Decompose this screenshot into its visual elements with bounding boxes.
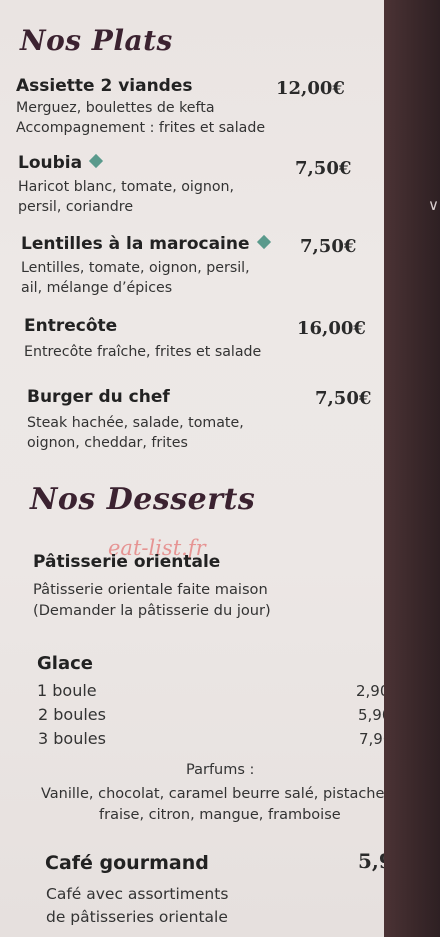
dish-name: Glace (37, 653, 93, 674)
dish-desc: Café avec assortiments (46, 885, 229, 903)
partial-glyph-icon: ∨ (428, 196, 439, 214)
dish-name: Assiette 2 viandes (16, 76, 193, 96)
glace-row-label: 2 boules (38, 705, 106, 724)
glace-row-price: 7,90€ (359, 730, 384, 748)
dish-name-text: Lentilles à la marocaine (21, 234, 250, 254)
dish-name: Burger du chef (27, 387, 170, 407)
parfums-list: fraise, citron, mangue, framboise (99, 807, 341, 823)
dish-desc: Accompagnement : frites et salade (16, 120, 266, 136)
dish-name: Lentilles à la marocaine (21, 234, 271, 254)
glace-row-label: 1 boule (37, 681, 97, 700)
dish-desc: (Demander la pâtisserie du jour) (33, 602, 271, 619)
dish-desc: Lentilles, tomate, oignon, persil, (21, 260, 250, 276)
section-title-desserts: Nos Desserts (30, 482, 256, 517)
dish-name: Pâtisserie orientale (33, 552, 221, 572)
dish-name-text: Loubia (18, 153, 83, 173)
dish-desc: ail, mélange d’épices (21, 280, 173, 296)
diamond-icon (256, 234, 271, 250)
dish-desc: Pâtisserie orientale faite maison (33, 581, 268, 598)
dish-desc: de pâtisseries orientale (46, 908, 228, 926)
dish-desc: persil, coriandre (18, 199, 134, 215)
parfums-list: Vanille, chocolat, caramel beurre salé, … (41, 786, 384, 802)
parfums-label: Parfums : (186, 762, 255, 778)
dish-name: Loubia (18, 153, 104, 173)
glace-row-label: 3 boules (38, 729, 106, 748)
dish-price: 7,50€ (315, 388, 372, 409)
dish-price: 5,90€ (358, 849, 384, 873)
dish-desc: Haricot blanc, tomate, oignon, (18, 179, 235, 195)
dish-price: 7,50€ (295, 158, 352, 179)
dish-name: Café gourmand (45, 852, 209, 874)
dish-desc: Steak hachée, salade, tomate, (27, 415, 244, 431)
dish-price: 16,00€ (297, 318, 366, 339)
menu-page: Nos Plats Assiette 2 viandes 12,00€ Merg… (0, 0, 384, 937)
dish-desc: oignon, cheddar, frites (27, 435, 188, 451)
glace-row-price: 5,90€ (358, 706, 384, 724)
dish-name: Entrecôte (24, 316, 118, 336)
section-title-plats: Nos Plats (20, 24, 173, 57)
glace-row-price: 2,90€ (356, 682, 384, 700)
background-strip: ∨ (384, 0, 440, 937)
dish-price: 7,50€ (300, 236, 357, 257)
diamond-icon (89, 153, 104, 169)
dish-desc: Entrecôte fraîche, frites et salade (24, 344, 262, 360)
dish-price: 12,00€ (276, 78, 345, 99)
dish-desc: Merguez, boulettes de kefta (16, 100, 215, 116)
